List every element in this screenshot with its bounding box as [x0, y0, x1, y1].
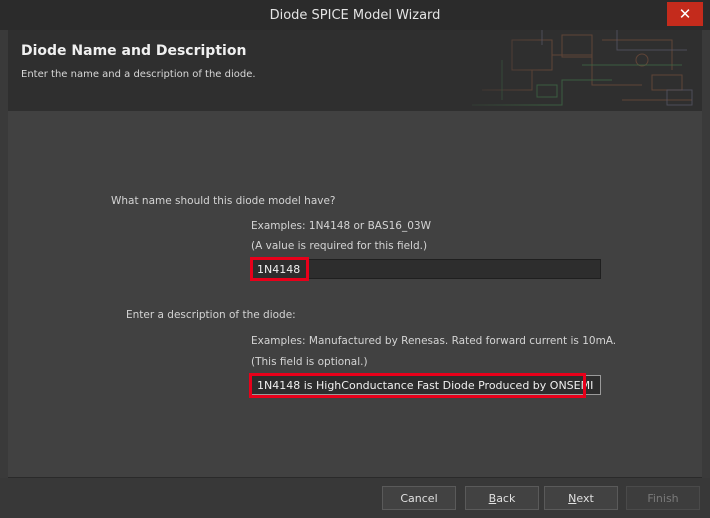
description-optional-note: (This field is optional.) — [251, 356, 368, 368]
back-button[interactable]: Back — [465, 486, 539, 510]
description-input[interactable]: 1N4148 is HighConductance Fast Diode Pro… — [251, 375, 601, 395]
close-button[interactable]: ✕ — [667, 2, 703, 26]
title-bar: Diode SPICE Model Wizard ✕ — [0, 0, 710, 30]
wizard-footer: Cancel Back Next Finish — [0, 478, 710, 518]
description-examples-label: Examples: Manufactured by Renesas. Rated… — [251, 335, 617, 347]
back-button-label: ack — [496, 491, 516, 505]
page-subtitle: Enter the name and a description of the … — [21, 69, 256, 80]
wizard-header: Diode Name and Description Enter the nam… — [8, 30, 702, 111]
close-icon: ✕ — [678, 5, 692, 23]
cancel-button-label: Cancel — [400, 491, 438, 505]
name-input[interactable]: 1N4148 — [251, 259, 601, 279]
next-mnemonic: N — [568, 491, 577, 505]
next-button-label: ext — [576, 491, 594, 505]
finish-button-label: Finish — [647, 491, 679, 505]
window-title: Diode SPICE Model Wizard — [269, 7, 441, 23]
name-examples-label: Examples: 1N4148 or BAS16_03W — [251, 220, 431, 232]
finish-button[interactable]: Finish — [626, 486, 700, 510]
cancel-button[interactable]: Cancel — [382, 486, 456, 510]
circuit-art-icon — [442, 30, 702, 111]
page-title: Diode Name and Description — [21, 43, 247, 59]
name-question-label: What name should this diode model have? — [111, 195, 336, 207]
name-required-note: (A value is required for this field.) — [251, 240, 428, 252]
description-question-label: Enter a description of the diode: — [126, 309, 296, 321]
next-button[interactable]: Next — [544, 486, 618, 510]
back-mnemonic: B — [488, 491, 497, 505]
wizard-content: What name should this diode model have? … — [8, 111, 702, 478]
